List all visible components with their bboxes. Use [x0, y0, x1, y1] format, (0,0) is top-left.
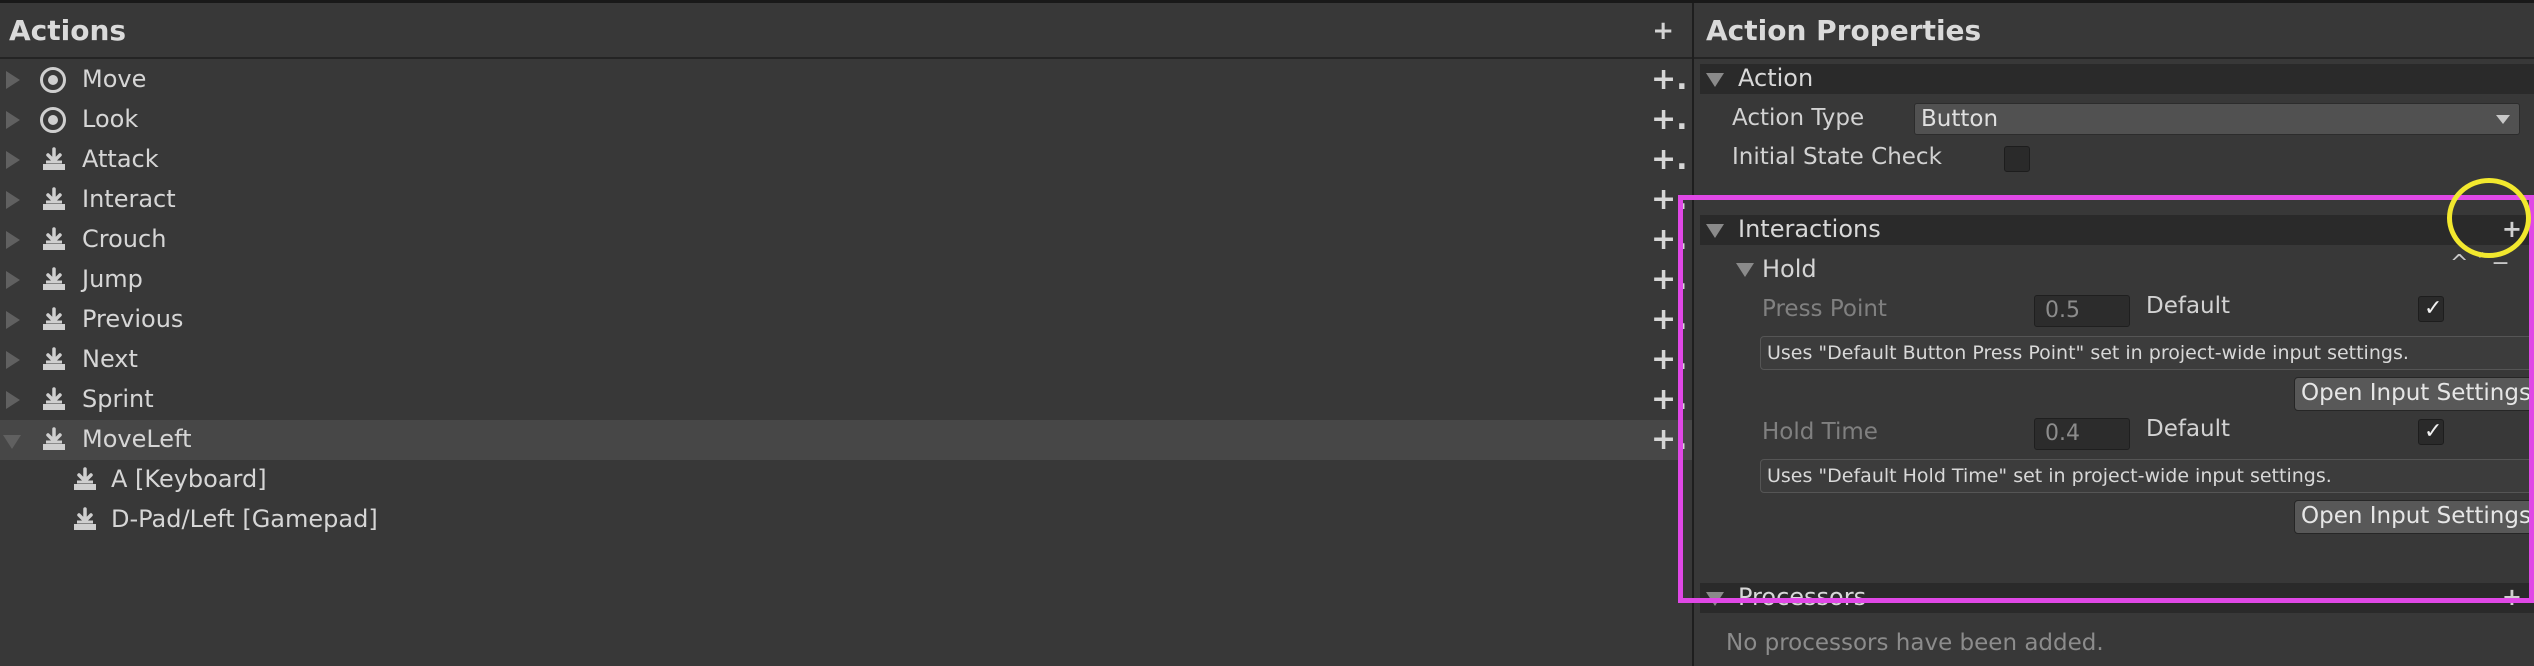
stick-icon	[40, 67, 68, 93]
button-icon	[40, 347, 68, 373]
action-label: Interact	[82, 185, 176, 213]
button-icon	[40, 387, 68, 413]
collapsed-triangle-icon[interactable]	[6, 351, 20, 369]
add-interaction-highlight-circle	[2447, 178, 2531, 258]
actions-header: Actions +	[0, 3, 1692, 59]
action-label: Jump	[82, 265, 143, 293]
actions-title: Actions	[9, 14, 127, 47]
add-binding-button[interactable]: +.	[1651, 62, 1688, 97]
collapsed-triangle-icon[interactable]	[6, 391, 20, 409]
button-icon	[40, 427, 68, 453]
action-type-value: Button	[1921, 106, 1999, 132]
action-label: MoveLeft	[82, 425, 192, 453]
no-processors-text: No processors have been added.	[1726, 630, 2104, 656]
action-row[interactable]: Crouch +.	[0, 220, 1692, 260]
action-type-dropdown[interactable]: Button	[1914, 103, 2520, 135]
properties-header: Action Properties	[1694, 3, 2534, 59]
button-icon	[40, 307, 68, 333]
binding-row[interactable]: A [Keyboard]	[0, 460, 1692, 500]
collapsed-triangle-icon[interactable]	[6, 231, 20, 249]
binding-label: D-Pad/Left [Gamepad]	[111, 505, 378, 533]
action-row[interactable]: Jump +.	[0, 260, 1692, 300]
action-row[interactable]: MoveLeft +.	[0, 420, 1692, 460]
action-row[interactable]: Look +.	[0, 100, 1692, 140]
collapsed-triangle-icon[interactable]	[6, 271, 20, 289]
action-row[interactable]: Attack +.	[0, 140, 1692, 180]
action-type-label: Action Type	[1732, 105, 1865, 131]
stick-icon	[40, 107, 68, 133]
add-binding-button[interactable]: +.	[1651, 142, 1688, 177]
action-row[interactable]: Move +.	[0, 60, 1692, 100]
action-label: Attack	[82, 145, 159, 173]
add-action-button[interactable]: +	[1652, 16, 1674, 46]
initial-state-check-label: Initial State Check	[1732, 144, 1942, 170]
action-row[interactable]: Sprint +.	[0, 380, 1692, 420]
binding-row[interactable]: D-Pad/Left [Gamepad]	[0, 500, 1692, 540]
button-icon	[40, 147, 68, 173]
dropdown-arrow-icon	[2496, 115, 2510, 124]
action-label: Move	[82, 65, 147, 93]
button-icon	[71, 467, 99, 493]
action-label: Sprint	[82, 385, 154, 413]
action-section-title: Action	[1738, 64, 1814, 92]
button-icon	[40, 187, 68, 213]
action-label: Look	[82, 105, 139, 133]
action-row[interactable]: Next +.	[0, 340, 1692, 380]
collapsed-triangle-icon[interactable]	[6, 71, 20, 89]
action-label: Previous	[82, 305, 184, 333]
collapsed-triangle-icon[interactable]	[6, 151, 20, 169]
action-row[interactable]: Interact +.	[0, 180, 1692, 220]
action-section-header[interactable]: Action	[1700, 64, 2534, 94]
action-label: Next	[82, 345, 138, 373]
collapse-triangle-icon[interactable]	[1706, 73, 1724, 87]
action-label: Crouch	[82, 225, 167, 253]
initial-state-checkbox[interactable]	[2004, 146, 2030, 172]
collapsed-triangle-icon[interactable]	[6, 311, 20, 329]
expanded-triangle-icon[interactable]	[3, 435, 21, 449]
collapsed-triangle-icon[interactable]	[6, 111, 20, 129]
properties-title: Action Properties	[1706, 14, 1982, 47]
collapsed-triangle-icon[interactable]	[6, 191, 20, 209]
button-icon	[40, 267, 68, 293]
actions-panel: Actions + Move +. Look +. Attack +. Interact +.…	[0, 3, 1692, 666]
button-icon	[71, 507, 99, 533]
button-icon	[40, 227, 68, 253]
interactions-highlight-rectangle	[1678, 195, 2534, 603]
action-row[interactable]: Previous +.	[0, 300, 1692, 340]
binding-label: A [Keyboard]	[111, 465, 267, 493]
add-binding-button[interactable]: +.	[1651, 102, 1688, 137]
